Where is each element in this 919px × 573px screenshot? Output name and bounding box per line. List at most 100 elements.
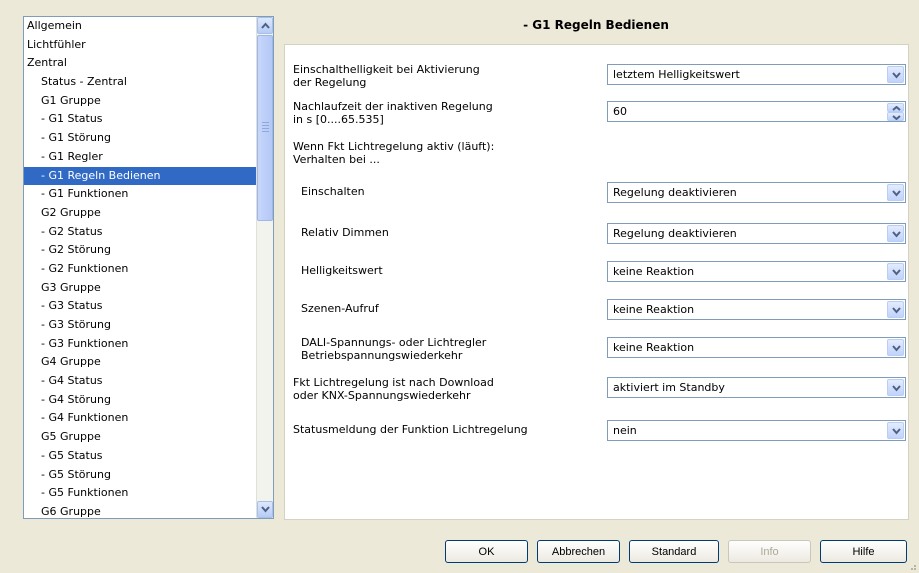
field-value: Regelung deaktivieren (613, 227, 737, 240)
tree-item[interactable]: G4 Gruppe (24, 353, 256, 372)
help-button[interactable]: Hilfe (820, 540, 907, 563)
dropdown-button[interactable] (887, 339, 904, 356)
dropdown-button[interactable] (887, 66, 904, 83)
field-label: Einschalten (301, 185, 365, 198)
dropdown-select[interactable]: letztem Helligkeitswert (607, 64, 906, 85)
field-value: Regelung deaktivieren (613, 186, 737, 199)
field-label-line: Einschalthelligkeit bei Aktivierung (293, 63, 480, 76)
field-label: Fkt Lichtregelung ist nach Download oder … (293, 376, 494, 402)
field-label-line: oder KNX-Spannungswiederkehr (293, 389, 471, 402)
tree-item[interactable]: - G3 Status (24, 297, 256, 316)
tree-item[interactable]: - G4 Status (24, 372, 256, 391)
tree-item[interactable]: - G2 Funktionen (24, 260, 256, 279)
spin-up-button[interactable] (887, 103, 904, 112)
dropdown-button[interactable] (887, 184, 904, 201)
field-label-line: Verhalten bei ... (293, 153, 380, 166)
tree-item[interactable]: Allgemein (24, 17, 256, 36)
parameter-form: Einschalthelligkeit bei Aktivierung der R… (284, 44, 909, 520)
field-value: keine Reaktion (613, 303, 695, 316)
tree-item[interactable]: - G5 Status (24, 447, 256, 466)
dropdown-button[interactable] (887, 225, 904, 242)
dropdown-select[interactable]: keine Reaktion (607, 261, 906, 282)
standard-button[interactable]: Standard (629, 540, 719, 563)
tree-item[interactable]: - G4 Funktionen (24, 409, 256, 428)
dropdown-select[interactable]: nein (607, 420, 906, 441)
arrow-up-icon (261, 22, 270, 29)
tree-item[interactable]: Zentral (24, 54, 256, 73)
field-value: aktiviert im Standby (613, 381, 725, 394)
field-label-line: Betriebspannungswiederkehr (301, 349, 463, 362)
dropdown-select[interactable]: aktiviert im Standby (607, 377, 906, 398)
dropdown-button[interactable] (887, 379, 904, 396)
page-title: - G1 Regeln Bedienen (523, 18, 669, 32)
field-label-line: Fkt Lichtregelung ist nach Download (293, 376, 494, 389)
chevron-down-icon (892, 385, 901, 392)
field-label-line: Helligkeitswert (301, 264, 383, 277)
tree-list: Allgemein Lichtfühler Zentral Status - Zent… (24, 17, 256, 518)
field-value: keine Reaktion (613, 265, 695, 278)
field-label: Einschalthelligkeit bei Aktivierung der R… (293, 63, 480, 89)
field-label: DALI-Spannungs- oder Lichtregler Betriebs… (301, 336, 486, 362)
dropdown-button[interactable] (887, 301, 904, 318)
tree-scrollbar[interactable] (256, 17, 273, 518)
field-label-line: Statusmeldung der Funktion Lichtregelung (293, 423, 528, 436)
field-label-line: DALI-Spannungs- oder Lichtregler (301, 336, 487, 349)
chevron-down-icon (892, 345, 901, 352)
tree-item[interactable]: G1 Gruppe (24, 92, 256, 111)
dropdown-button[interactable] (887, 422, 904, 439)
number-spinner[interactable]: 60 (607, 101, 906, 122)
spin-down-button[interactable] (887, 112, 904, 121)
tree-item[interactable]: Status - Zentral (24, 73, 256, 92)
tree-item[interactable]: G3 Gruppe (24, 279, 256, 298)
parameter-tree[interactable]: Allgemein Lichtfühler Zentral Status - Zent… (23, 16, 274, 519)
field-value: keine Reaktion (613, 341, 695, 354)
field-label-line: in s [0....65.535] (293, 113, 384, 126)
field-label-line: Relativ Dimmen (301, 226, 389, 239)
tree-item[interactable]: - G1 Funktionen (24, 185, 256, 204)
tree-item[interactable]: Lichtfühler (24, 36, 256, 55)
tree-item[interactable]: - G1 Regeln Bedienen (24, 166, 256, 186)
dropdown-button[interactable] (887, 263, 904, 280)
field-label: Relativ Dimmen (301, 226, 389, 239)
tree-item[interactable]: - G3 Funktionen (24, 335, 256, 354)
chevron-down-icon (892, 190, 901, 197)
tree-item[interactable]: - G3 Störung (24, 316, 256, 335)
chevron-down-icon (892, 72, 901, 79)
tree-item[interactable]: G2 Gruppe (24, 204, 256, 223)
scroll-up-button[interactable] (257, 17, 273, 34)
tree-item[interactable]: - G5 Störung (24, 466, 256, 485)
field-label-line: Nachlaufzeit der inaktiven Regelung (293, 100, 493, 113)
scroll-thumb[interactable] (257, 35, 273, 221)
field-label-line: Szenen-Aufruf (301, 302, 379, 315)
field-label: Statusmeldung der Funktion Lichtregelung (293, 423, 528, 436)
tree-item[interactable]: - G1 Status (24, 110, 256, 129)
field-label: Nachlaufzeit der inaktiven Regelung in s … (293, 100, 493, 126)
chevron-down-icon (892, 269, 901, 276)
dropdown-select[interactable]: keine Reaktion (607, 337, 906, 358)
resize-grip-icon[interactable] (907, 561, 917, 571)
tree-item[interactable]: - G4 Störung (24, 391, 256, 410)
ok-button[interactable]: OK (445, 540, 528, 563)
scroll-down-button[interactable] (257, 501, 273, 518)
tree-item[interactable]: - G2 Störung (24, 241, 256, 260)
field-label: Wenn Fkt Lichtregelung aktiv (läuft): Ver… (293, 140, 494, 166)
arrow-down-icon (261, 506, 270, 513)
tree-item[interactable]: - G1 Störung (24, 129, 256, 148)
dropdown-select[interactable]: Regelung deaktivieren (607, 182, 906, 203)
field-label: Szenen-Aufruf (301, 302, 379, 315)
info-button[interactable]: Info (728, 540, 811, 563)
field-label: Helligkeitswert (301, 264, 383, 277)
chevron-down-icon (892, 307, 901, 314)
dropdown-select[interactable]: Regelung deaktivieren (607, 223, 906, 244)
field-label-line: Einschalten (301, 185, 365, 198)
field-value: letztem Helligkeitswert (613, 68, 740, 81)
cancel-button[interactable]: Abbrechen (537, 540, 620, 563)
tree-item[interactable]: - G1 Regler (24, 148, 256, 167)
field-label-line: Wenn Fkt Lichtregelung aktiv (läuft): (293, 140, 495, 153)
dropdown-select[interactable]: keine Reaktion (607, 299, 906, 320)
tree-item[interactable]: - G5 Funktionen (24, 484, 256, 503)
tree-item[interactable]: G5 Gruppe (24, 428, 256, 447)
chevron-down-icon (892, 428, 901, 435)
tree-item[interactable]: G6 Gruppe (24, 503, 256, 518)
tree-item[interactable]: - G2 Status (24, 223, 256, 242)
